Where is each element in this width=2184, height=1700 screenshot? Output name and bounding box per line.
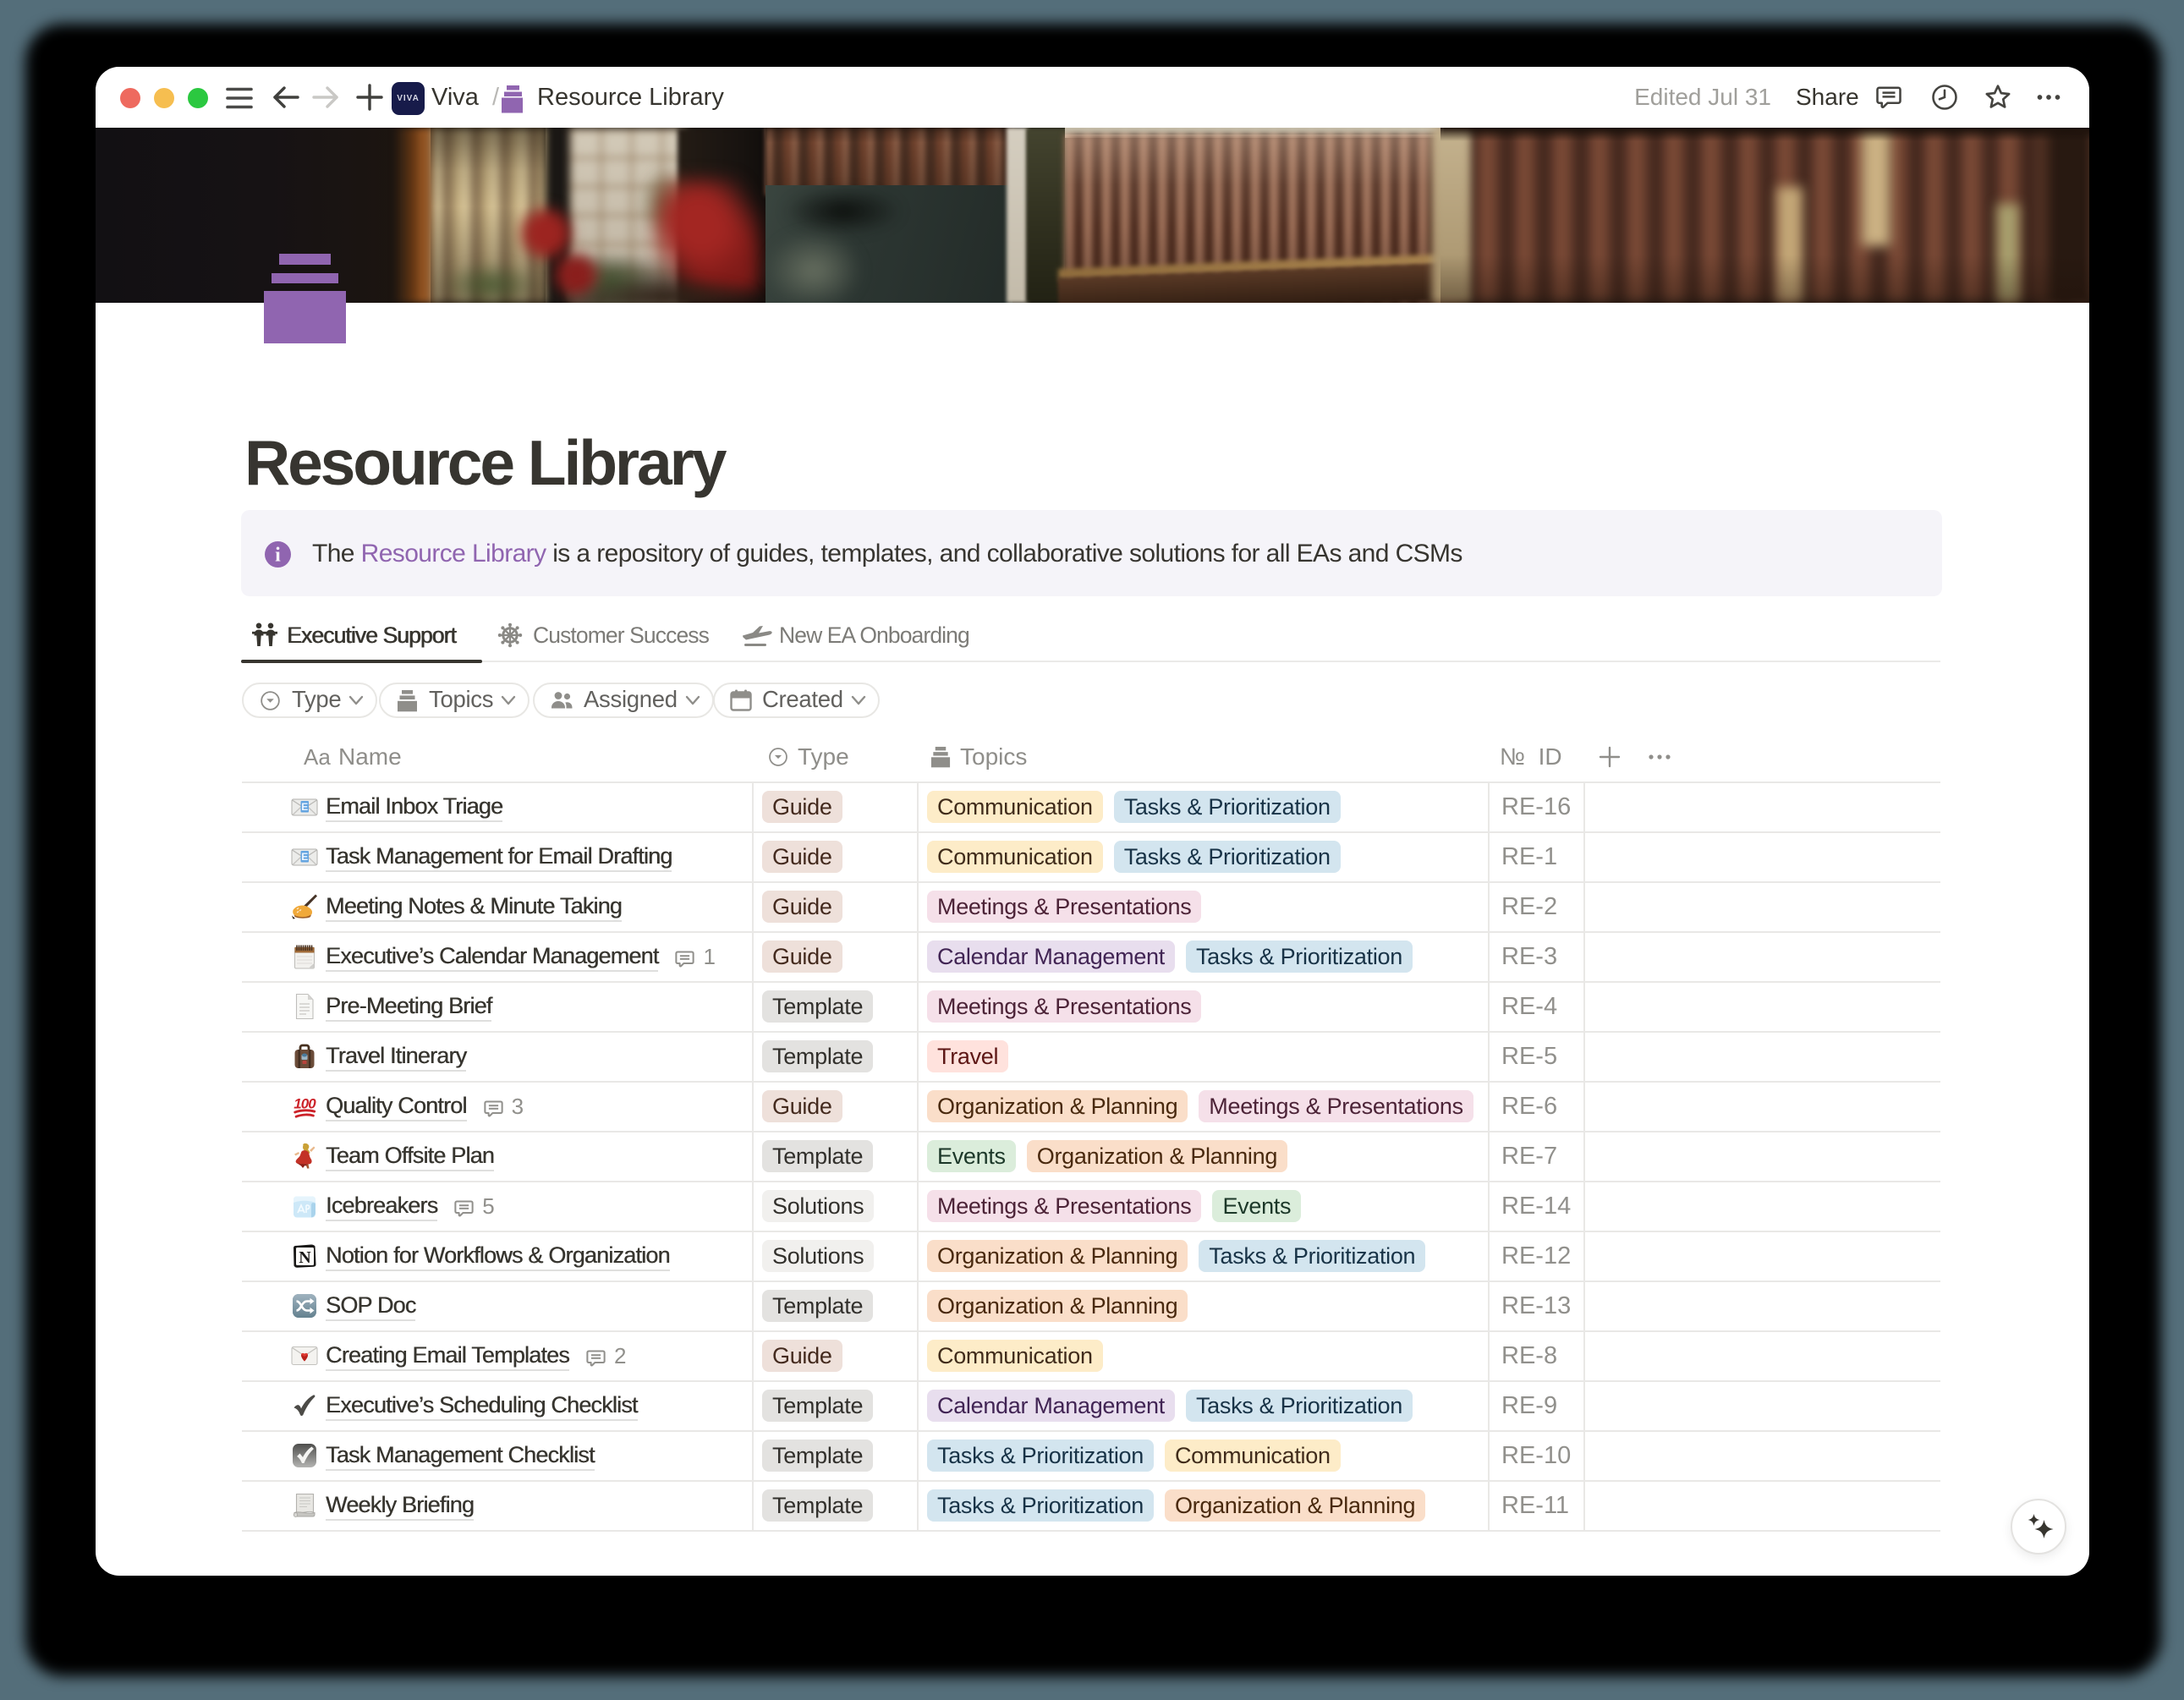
svg-text:E: E (301, 801, 308, 813)
svg-text:N: N (299, 1248, 311, 1267)
svg-text:E: E (301, 851, 308, 863)
